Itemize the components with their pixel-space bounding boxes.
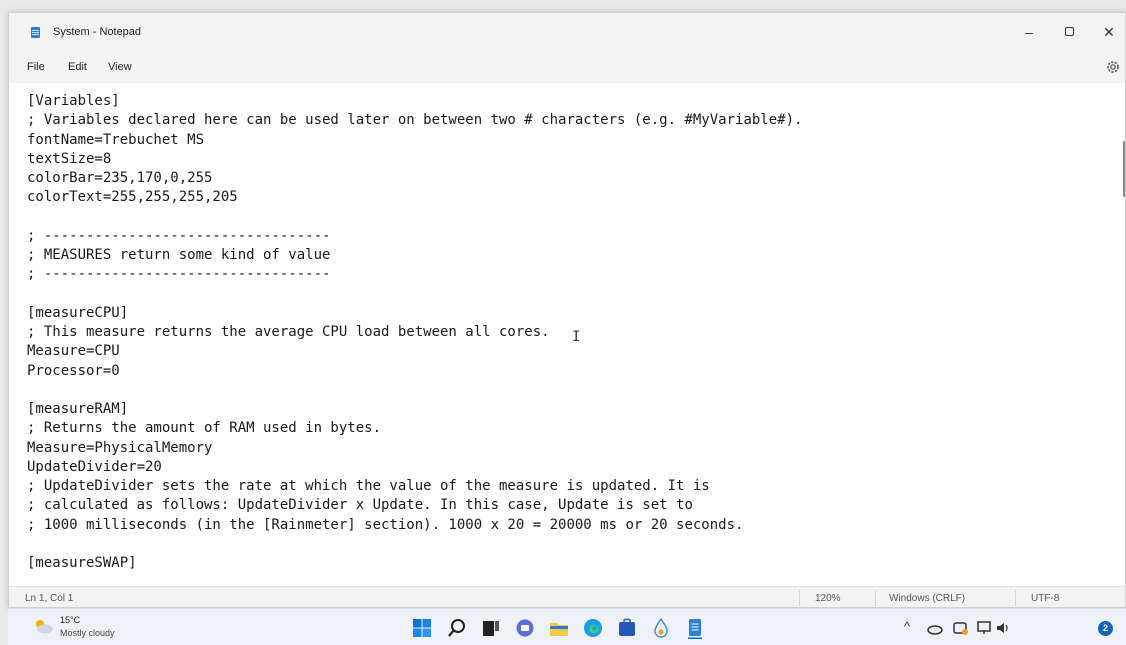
editor-content[interactable]: [Variables] ; Variables declared here ca… [27,92,802,573]
weather-temperature[interactable]: 15°C [60,615,80,625]
title-bar[interactable]: System - Notepad – ✕ [9,13,1125,51]
start-icon[interactable] [411,617,433,639]
status-bar: Ln 1, Col 1 120% Windows (CRLF) UTF-8 [9,586,1125,607]
update-notification-icon[interactable] [952,619,970,637]
status-divider [799,590,800,606]
maximize-icon [1064,27,1074,37]
menu-view[interactable]: View [108,61,132,73]
close-button[interactable]: ✕ [1089,18,1125,46]
line-ending[interactable]: Windows (CRLF) [889,593,965,604]
volume-icon[interactable] [994,619,1012,637]
weather-description[interactable]: Mostly cloudy [60,628,115,638]
onedrive-cloud-icon[interactable] [926,619,944,637]
settings-gear-icon[interactable] [1105,59,1121,75]
menu-edit[interactable]: Edit [68,61,87,73]
encoding[interactable]: UTF-8 [1031,593,1059,604]
window-title: System - Notepad [53,26,142,38]
i-beam-cursor-icon: I [572,329,581,345]
status-divider [875,590,876,606]
edge-icon[interactable] [582,617,604,639]
search-icon[interactable] [446,617,468,639]
status-divider [1015,590,1016,606]
microsoft-store-icon[interactable] [616,617,638,639]
minimize-button[interactable]: – [1009,18,1049,46]
cursor-position: Ln 1, Col 1 [25,593,74,604]
show-hidden-icons-chevron-icon[interactable]: ^ [904,619,910,634]
file-explorer-icon[interactable] [548,617,570,639]
weather-cloud-icon[interactable] [32,617,54,635]
droplet-icon[interactable] [650,617,672,639]
maximize-button[interactable] [1049,18,1089,46]
notepad-window: System - Notepad – ✕ File Edit View [Var… [8,12,1126,608]
menu-file[interactable]: File [27,61,45,73]
chat-icon[interactable] [514,617,536,639]
taskbar: 15°C Mostly cloudy ^ 2 [8,608,1126,645]
task-view-icon[interactable] [480,617,502,639]
notepad-app-icon [31,27,40,38]
text-editor[interactable]: [Variables] ; Variables declared here ca… [9,83,1119,581]
notepad-icon[interactable] [684,617,706,639]
zoom-level[interactable]: 120% [815,593,841,604]
menu-bar: File Edit View [9,51,1125,83]
notification-badge[interactable]: 2 [1098,621,1113,636]
network-monitor-icon[interactable] [976,619,994,637]
